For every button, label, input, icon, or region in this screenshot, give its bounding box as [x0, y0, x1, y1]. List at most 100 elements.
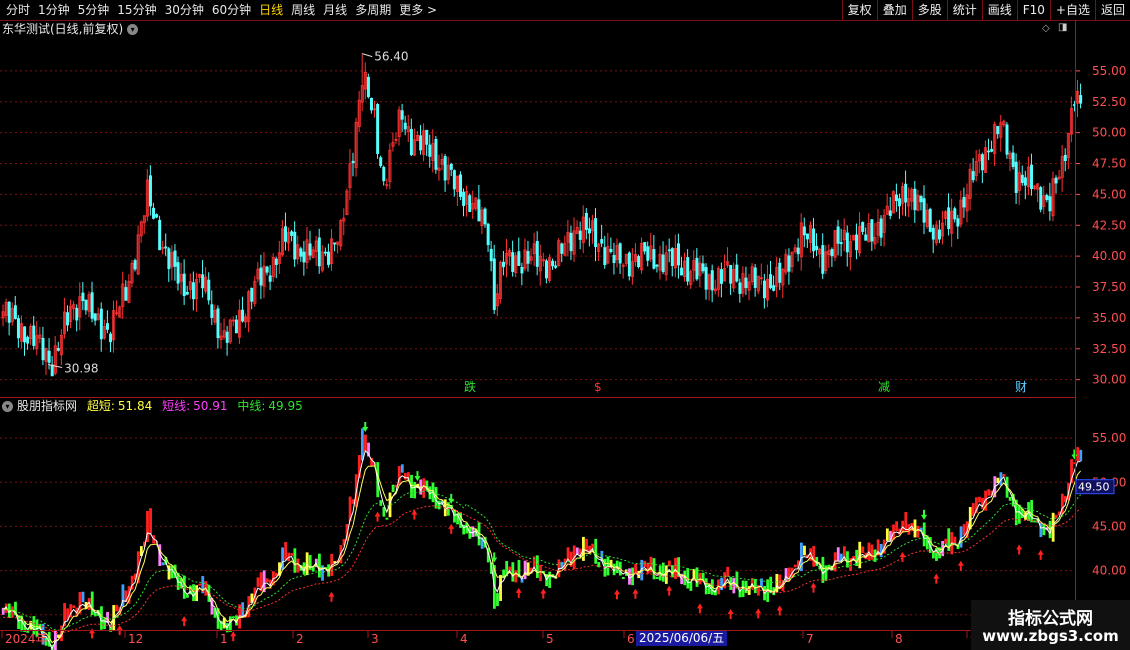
candle-body: [366, 76, 370, 98]
candle-body: [376, 104, 380, 154]
candle-body: [855, 234, 859, 251]
indicator-bar: [293, 548, 297, 573]
candle-body: [382, 166, 386, 182]
candle-body: [560, 243, 564, 254]
candle-body: [489, 248, 493, 262]
sell-arrow-icon: [921, 509, 927, 520]
indicator-bar: [594, 538, 598, 564]
candle-body: [259, 267, 263, 286]
candle-body: [600, 239, 604, 244]
candle-body: [66, 312, 70, 326]
candle-body: [1020, 174, 1024, 183]
indicator-bar: [962, 524, 966, 536]
candle-body: [419, 135, 423, 151]
candle-body: [990, 148, 994, 152]
indicator-bar: [161, 562, 165, 566]
x-axis-label: 8: [895, 632, 903, 646]
indicator-bar: [400, 464, 404, 473]
candle-body: [462, 191, 466, 206]
candle-body: [670, 248, 674, 267]
candle-body: [302, 251, 306, 263]
candle-body: [686, 257, 690, 282]
candle-body: [787, 255, 791, 272]
candle-body: [719, 269, 723, 284]
candle-body: [50, 364, 54, 377]
indicator-bar: [385, 517, 389, 520]
y-tick-label: 32.50: [1092, 342, 1126, 356]
buy-arrow-icon: [411, 509, 418, 520]
candle-body: [1079, 95, 1083, 104]
indicator-bar: [192, 584, 195, 602]
indicator-bar: [468, 527, 472, 539]
indicator-bar: [413, 481, 416, 499]
candle-body: [1048, 196, 1052, 212]
candle-body: [176, 262, 180, 284]
kline-chart[interactable]: 55.00 52.50 50.00 47.50 45.00 42.50 40.00 37.50…: [0, 0, 1130, 650]
candle-body: [164, 246, 168, 249]
x-axis-label: 4: [460, 632, 468, 646]
candle-body: [1054, 177, 1058, 184]
candle-body: [185, 291, 189, 295]
indicator-bar: [548, 571, 552, 588]
watermark-line2: www.zbgs3.com: [982, 627, 1119, 645]
super-line: [2, 449, 1081, 650]
buy-arrow-icon: [776, 605, 783, 616]
buy-arrow-icon: [230, 631, 237, 642]
indicator-bar: [879, 543, 883, 558]
indicator-bar: [103, 618, 106, 630]
candle-body: [41, 337, 45, 361]
high-price-label: 56.40: [374, 50, 408, 64]
short-line: [2, 465, 1081, 644]
candle-body: [962, 196, 966, 208]
buy-arrow-icon: [666, 585, 673, 596]
candle-body: [836, 226, 840, 244]
candle-body: [928, 208, 932, 232]
high-pointer: [362, 53, 373, 58]
y-tick-label: 40.00: [1092, 564, 1126, 578]
candle-body: [830, 249, 834, 257]
candle-body: [434, 138, 438, 170]
buy-arrow-icon: [374, 511, 381, 522]
candle-body: [1005, 124, 1009, 155]
indicator-bar: [861, 546, 865, 553]
candle-body: [265, 266, 269, 273]
candle-body: [618, 243, 622, 264]
indicator-bar: [913, 519, 917, 538]
x-axis-label: 2024年: [5, 632, 48, 646]
buy-arrow-icon: [540, 588, 547, 599]
candle-body: [81, 292, 85, 302]
candle-body: [173, 250, 177, 267]
candle-body: [535, 240, 539, 267]
y-tick-label: 37.50: [1092, 280, 1126, 294]
candle-body: [250, 287, 254, 302]
candle-body: [815, 245, 819, 251]
indicator-bar: [621, 577, 625, 580]
indicator-bar: [944, 538, 948, 544]
candle-body: [652, 249, 656, 269]
watermark-logo: 指标公式网 www.zbgs3.com: [971, 600, 1130, 650]
candle-body: [23, 326, 27, 343]
candle-body: [655, 264, 659, 267]
candle-body: [290, 231, 294, 236]
indicator-bar: [379, 500, 383, 506]
indicator-bar: [90, 591, 94, 615]
indicator-bar: [575, 547, 579, 555]
candle-body: [155, 214, 159, 218]
candle-body: [459, 174, 463, 197]
indicator-bar: [115, 604, 119, 612]
candle-body: [554, 265, 558, 268]
buy-arrow-icon: [1037, 549, 1044, 560]
indicator-bar: [265, 578, 269, 583]
candle-body: [744, 277, 748, 289]
indicator-bar: [585, 538, 588, 552]
candle-body: [428, 144, 432, 157]
indicator-bar: [655, 576, 659, 579]
indicator-bar: [499, 574, 502, 601]
candle-body: [403, 122, 407, 130]
candle-body: [796, 247, 800, 255]
candle-body: [268, 275, 272, 282]
y-tick-label: 42.50: [1092, 218, 1126, 232]
indicator-bar: [182, 575, 186, 599]
indicator-bar: [793, 564, 797, 568]
candle-body: [56, 348, 60, 351]
